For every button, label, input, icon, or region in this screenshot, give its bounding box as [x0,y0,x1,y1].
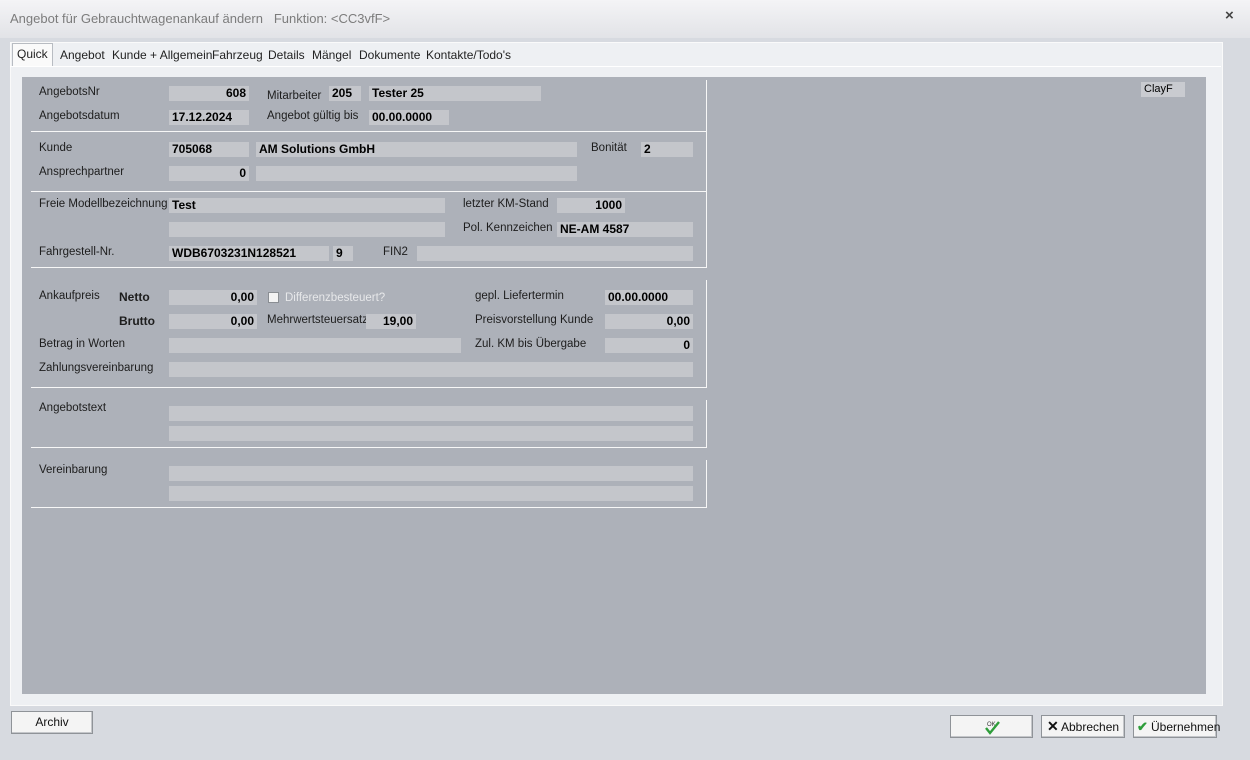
tab-dokumente[interactable]: Dokumente [355,45,424,65]
ansprechpartner-name-field[interactable] [256,166,577,181]
kunde-label: Kunde [39,142,73,154]
modell-field-2[interactable] [169,222,445,237]
kennzeichen-label: Pol. Kennzeichen [463,222,553,234]
ok-check-icon: OK [985,721,1000,735]
fahrgestell-label: Fahrgestell-Nr. [39,246,115,258]
angebotsdatum-field[interactable]: 17.12.2024 [169,110,249,125]
group-2-right-border [706,280,707,387]
preisvorstellung-field[interactable]: 0,00 [605,314,693,329]
window-title-text: Angebot für Gebrauchtwagenankauf ändern [10,11,263,26]
cancel-x-icon: ✕ [1047,718,1059,734]
differenz-label: Differenzbesteuert? [285,292,386,304]
tab-quick[interactable]: Quick [12,43,53,66]
kennzeichen-field[interactable]: NE-AM 4587 [557,222,693,237]
angebotsdatum-label: Angebotsdatum [39,110,120,122]
tab-kunde-allgemein[interactable]: Kunde + Allgemein [108,45,216,65]
angebotstext-field-1[interactable] [169,406,693,421]
mwst-field[interactable]: 19,00 [366,314,416,329]
zul-km-label: Zul. KM bis Übergabe [475,338,587,350]
bonitaet-field[interactable]: 2 [641,142,693,157]
liefertermin-field[interactable]: 00.00.0000 [605,290,693,305]
vereinbarung-label: Vereinbarung [39,464,108,476]
zul-km-field[interactable]: 0 [605,338,693,353]
mwst-label: Mehrwertsteuersatz [267,314,368,326]
modell-label: Freie Modellbezeichnung [39,198,168,210]
ansprechpartner-label: Ansprechpartner [39,166,125,178]
zahlung-field[interactable] [169,362,693,377]
brutto-field[interactable]: 0,00 [169,314,257,329]
uebernehmen-label: Übernehmen [1151,720,1221,734]
liefertermin-label: gepl. Liefertermin [475,290,564,302]
separator-4 [31,387,707,388]
mitarbeiter-name-field[interactable]: Tester 25 [369,86,541,101]
tab-fahrzeug[interactable]: Fahrzeug [208,45,267,65]
angebotstext-field-2[interactable] [169,426,693,441]
mitarbeiter-label: Mitarbeiter [267,90,322,102]
abbrechen-button[interactable]: ✕ Abbrechen [1041,715,1125,738]
group-3-right-border [706,400,707,447]
ankaufpreis-label: Ankaufpreis [39,290,100,302]
group-4-right-border [706,460,707,507]
ansprechpartner-nr-field[interactable]: 0 [169,166,249,181]
kunde-name-field[interactable]: AM Solutions GmbH [256,142,577,157]
tab-maengel[interactable]: Mängel [308,45,355,65]
angebotsnr-field[interactable]: 608 [169,86,249,101]
gueltig-bis-label: Angebot gültig bis [267,110,359,122]
separator-2 [31,191,707,192]
function-label: Funktion: <CC3vfF> [273,11,391,26]
preisvorstellung-label: Preisvorstellung Kunde [475,314,594,326]
worten-label: Betrag in Worten [39,338,126,350]
gueltig-bis-field[interactable]: 00.00.0000 [369,110,449,125]
group-1-right-border [706,80,707,268]
angebotstext-label: Angebotstext [39,402,107,414]
netto-field[interactable]: 0,00 [169,290,257,305]
angebotsnr-label: AngebotsNr [39,86,100,98]
ok-button[interactable]: OK [950,715,1033,738]
kunde-nr-field[interactable]: 705068 [169,142,249,157]
zahlung-label: Zahlungsvereinbarung [39,362,154,374]
netto-label: Netto [119,290,150,304]
uebernehmen-button[interactable]: ✔ Übernehmen [1133,715,1221,738]
fin2-field[interactable] [417,246,693,261]
user-tag: ClayF [1141,82,1185,97]
separator-1 [31,131,707,132]
brutto-label: Brutto [119,314,155,328]
modell-field-1[interactable]: Test [169,198,445,213]
km-stand-field[interactable]: 1000 [557,198,625,213]
km-stand-label: letzter KM-Stand [463,198,549,210]
tab-angebot[interactable]: Angebot [56,45,109,65]
separator-3 [31,267,707,268]
vereinbarung-field-2[interactable] [169,486,693,501]
close-icon[interactable]: × [1225,7,1234,24]
archiv-button[interactable]: Archiv [11,711,93,734]
mitarbeiter-nr-field[interactable]: 205 [329,86,361,101]
fahrgestell-field[interactable]: WDB6703231N128521 [169,246,329,261]
bonitaet-label: Bonität [591,142,627,154]
pruefziffer-field[interactable]: 9 [333,246,353,261]
window-title: Angebot für Gebrauchtwagenankauf ändern … [10,11,390,26]
tab-details[interactable]: Details [264,45,309,65]
tab-kontakte-todos[interactable]: Kontakte/Todo's [422,45,515,65]
vereinbarung-field-1[interactable] [169,466,693,481]
tab-strip-line [10,66,1221,67]
abbrechen-label: Abbrechen [1061,720,1120,734]
separator-5 [31,447,707,448]
worten-field[interactable] [169,338,461,353]
differenz-checkbox[interactable] [268,292,279,303]
apply-check-icon: ✔ [1137,719,1148,734]
fin2-label: FIN2 [383,246,408,258]
separator-6 [31,507,707,508]
